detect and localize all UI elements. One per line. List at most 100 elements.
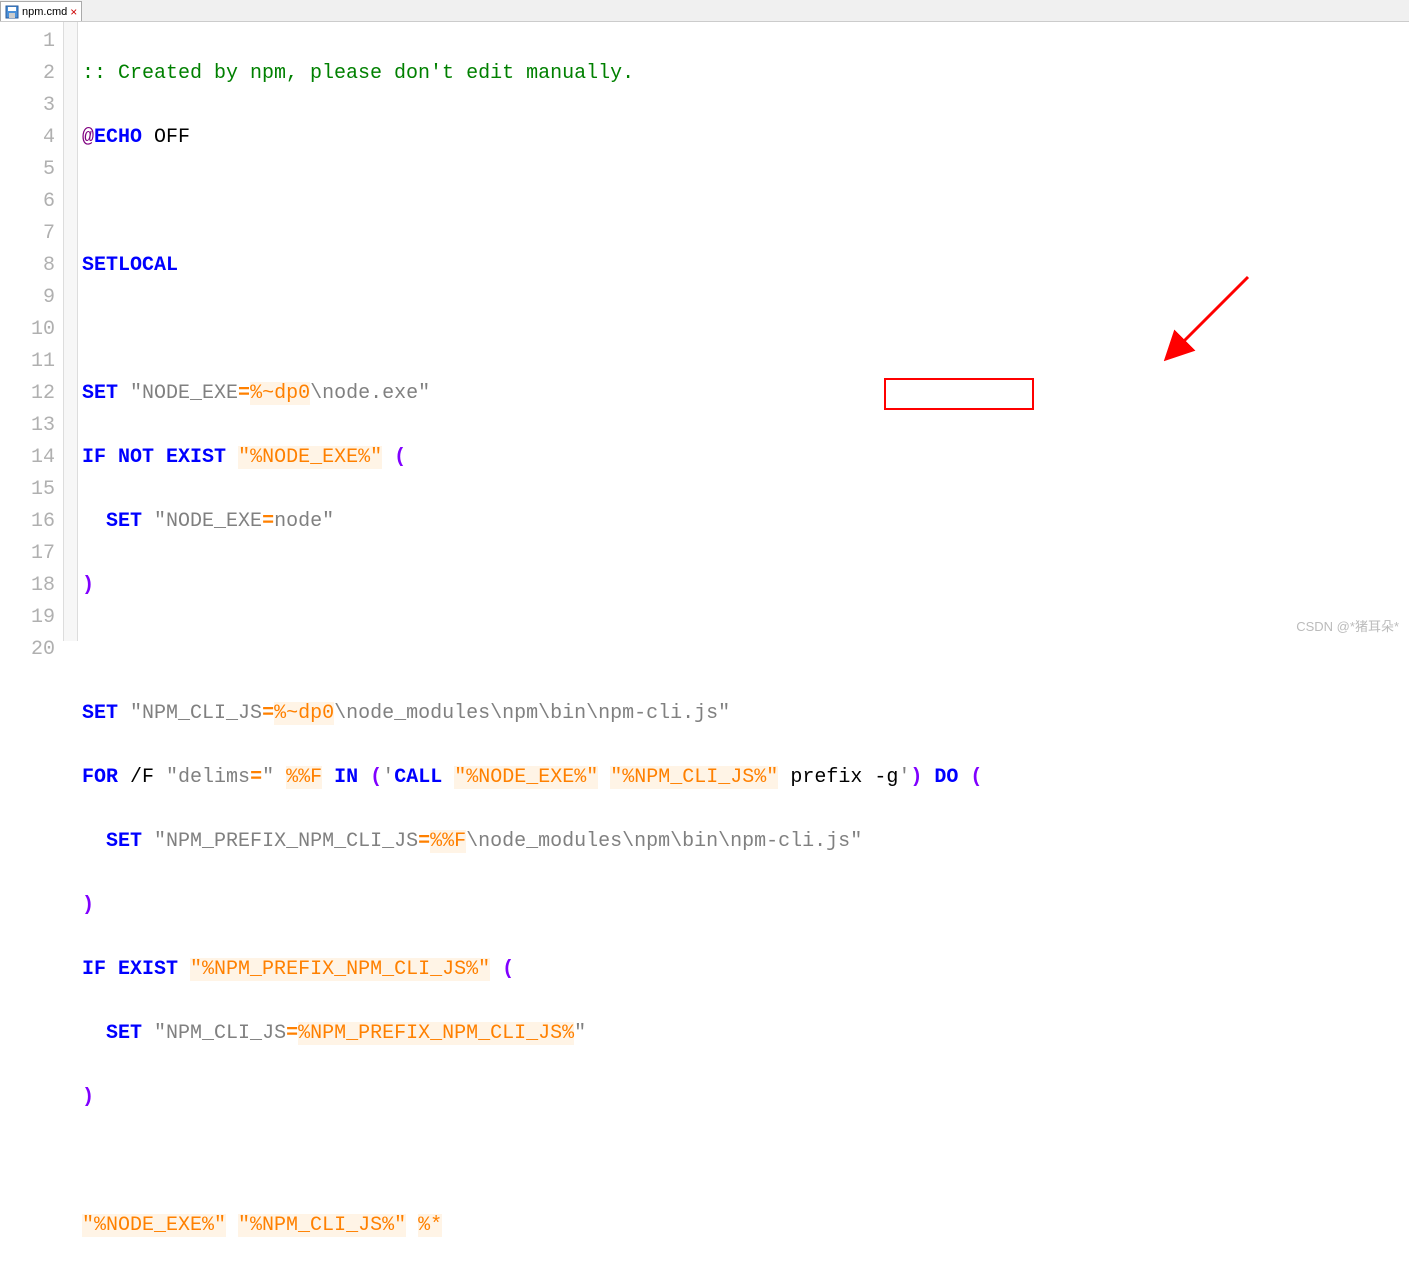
editor: 1 2 3 4 5 6 7 8 9 10 11 12 13 14 15 16 1…	[0, 22, 1409, 641]
code-token	[382, 446, 394, 469]
code-token: "	[118, 702, 142, 725]
code-token: "	[142, 830, 166, 853]
code-token: DO	[934, 766, 958, 789]
code-token: (	[394, 446, 406, 469]
code-token: IF	[82, 446, 106, 469]
code-token: delims	[178, 766, 250, 789]
code-area[interactable]: :: Created by npm, please don't edit man…	[78, 22, 1409, 641]
code-token	[322, 766, 334, 789]
code-token: (	[502, 958, 514, 981]
code-token	[82, 830, 106, 853]
fold-margin	[64, 22, 78, 641]
code-token: '	[898, 766, 910, 789]
code-token: "%NODE_EXE%"	[82, 1214, 226, 1237]
code-token: \node_modules\npm\bin\npm-cli.js"	[466, 830, 862, 853]
code-token: SET	[82, 382, 118, 405]
code-token: node"	[274, 510, 334, 533]
code-token: =	[262, 510, 274, 533]
code-token: %*	[418, 1214, 442, 1237]
code-token: EXIST	[154, 446, 226, 469]
code-token: FOR	[82, 766, 118, 789]
code-token: SET	[106, 1022, 142, 1045]
line-number: 19	[0, 602, 55, 634]
code-token: NODE_EXE	[166, 510, 262, 533]
code-token	[82, 510, 106, 533]
code-token: )	[82, 574, 94, 597]
line-number: 20	[0, 634, 55, 666]
code-token: "%NODE_EXE%"	[454, 766, 598, 789]
save-icon	[5, 5, 19, 19]
line-number-gutter: 1 2 3 4 5 6 7 8 9 10 11 12 13 14 15 16 1…	[0, 22, 64, 641]
code-token: %~dp0	[274, 702, 334, 725]
code-token: "	[142, 510, 166, 533]
line-number: 16	[0, 506, 55, 538]
code-token: )	[910, 766, 922, 789]
code-token: =	[250, 766, 262, 789]
code-token: ECHO	[94, 126, 142, 149]
line-number: 12	[0, 378, 55, 410]
code-token	[922, 766, 934, 789]
file-tab[interactable]: npm.cmd ×	[0, 1, 82, 21]
code-token: =	[238, 382, 250, 405]
code-token: =	[286, 1022, 298, 1045]
line-number: 6	[0, 186, 55, 218]
code-token: "%NODE_EXE%"	[238, 446, 382, 469]
line-number: 10	[0, 314, 55, 346]
code-token: %%F	[286, 766, 322, 789]
code-token: "	[166, 766, 178, 789]
code-token: @	[82, 126, 94, 149]
code-token: %~dp0	[250, 382, 310, 405]
code-token: %NPM_PREFIX_NPM_CLI_JS%	[298, 1022, 574, 1045]
line-number: 9	[0, 282, 55, 314]
code-token: (	[370, 766, 382, 789]
line-number: 1	[0, 26, 55, 58]
code-token: NPM_CLI_JS	[142, 702, 262, 725]
code-token: "	[262, 766, 274, 789]
code-token	[442, 766, 454, 789]
code-token: EXIST	[106, 958, 178, 981]
line-number: 11	[0, 346, 55, 378]
code-token: )	[82, 894, 94, 917]
code-token: '	[382, 766, 394, 789]
code-token: \node_modules\npm\bin\npm-cli.js"	[334, 702, 730, 725]
code-token: prefix -g	[778, 766, 898, 789]
code-token: "%NPM_CLI_JS%"	[610, 766, 778, 789]
code-token: =	[262, 702, 274, 725]
line-number: 4	[0, 122, 55, 154]
code-token: IF	[82, 958, 106, 981]
code-token	[178, 958, 190, 981]
code-token	[490, 958, 502, 981]
code-comment: :: Created by npm, please don't edit man…	[82, 62, 634, 85]
code-token	[274, 766, 286, 789]
line-number: 14	[0, 442, 55, 474]
line-number: 13	[0, 410, 55, 442]
line-number: 18	[0, 570, 55, 602]
tab-filename: npm.cmd	[22, 6, 67, 18]
code-token: /F	[118, 766, 166, 789]
code-token: SETLOCAL	[82, 254, 178, 277]
code-token: (	[970, 766, 982, 789]
code-token: NOT	[106, 446, 154, 469]
code-token	[82, 1022, 106, 1045]
code-token: "	[118, 382, 142, 405]
code-token: =	[418, 830, 430, 853]
code-token: "%NPM_PREFIX_NPM_CLI_JS%"	[190, 958, 490, 981]
code-token: "	[574, 1022, 586, 1045]
code-token: SET	[106, 510, 142, 533]
code-token: SET	[82, 702, 118, 725]
line-number: 8	[0, 250, 55, 282]
code-token: CALL	[394, 766, 442, 789]
code-token: )	[82, 1086, 94, 1109]
code-token: NPM_CLI_JS	[166, 1022, 286, 1045]
code-token	[358, 766, 370, 789]
code-token	[226, 1214, 238, 1237]
code-token	[406, 1214, 418, 1237]
line-number: 3	[0, 90, 55, 122]
code-token: \node.exe"	[310, 382, 430, 405]
tab-bar: npm.cmd ×	[0, 0, 1409, 22]
code-token: NPM_PREFIX_NPM_CLI_JS	[166, 830, 418, 853]
line-number: 5	[0, 154, 55, 186]
code-token: IN	[334, 766, 358, 789]
close-icon[interactable]: ×	[70, 6, 77, 18]
line-number: 15	[0, 474, 55, 506]
